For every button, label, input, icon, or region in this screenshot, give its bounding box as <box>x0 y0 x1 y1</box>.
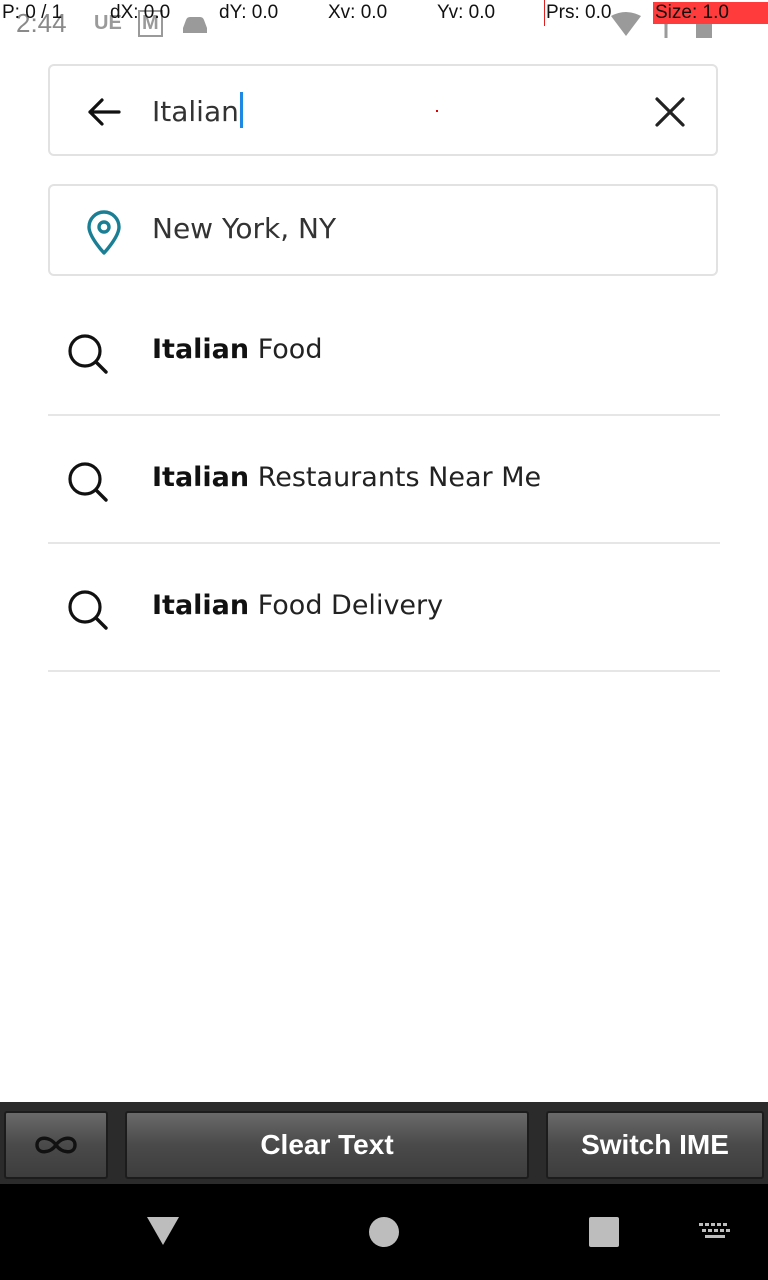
overlay-yv: Yv: 0.0 <box>437 2 496 23</box>
text-cursor <box>239 92 243 128</box>
home-nav-icon[interactable] <box>368 1216 400 1248</box>
suggestion-item[interactable]: Italian Food Delivery <box>48 544 720 672</box>
keyboard-icon[interactable] <box>698 1222 732 1242</box>
location-pin-icon <box>87 210 121 255</box>
back-nav-icon[interactable] <box>146 1216 180 1246</box>
wifi-icon <box>611 12 641 36</box>
ime-toolbar: Clear Text Switch IME <box>0 1102 768 1184</box>
touch-trace-dot <box>436 110 438 112</box>
suggestion-label: Italian Restaurants Near Me <box>152 462 542 493</box>
recents-nav-icon[interactable] <box>588 1216 620 1248</box>
overlay-xv: Xv: 0.0 <box>328 2 388 23</box>
switch-ime-button[interactable]: Switch IME <box>546 1111 764 1179</box>
back-arrow-icon[interactable] <box>86 94 122 130</box>
overlay-dx: dX: 0.0 <box>110 2 171 23</box>
search-query-text: Italian <box>152 95 239 128</box>
status-bar: 2:44 UE M P: 0 / 1 dX: 0.0 dY: 0.0 Xv: 0… <box>0 0 768 40</box>
navigation-bar <box>0 1184 768 1280</box>
clear-search-button[interactable] <box>652 94 688 130</box>
overlay-pointer-count: P: 0 / 1 <box>2 2 63 23</box>
overlay-size: Size: 1.0 <box>653 2 768 24</box>
location-input[interactable]: New York, NY <box>152 212 336 245</box>
clear-text-button[interactable]: Clear Text <box>125 1111 529 1179</box>
overlay-pressure: Prs: 0.0 <box>546 2 612 23</box>
car-icon <box>183 17 207 33</box>
overlay-divider <box>544 0 545 26</box>
infinity-button[interactable] <box>4 1111 108 1179</box>
search-icon <box>68 334 108 374</box>
overlay-dy: dY: 0.0 <box>219 2 279 23</box>
suggestion-item[interactable]: Italian Restaurants Near Me <box>48 416 720 544</box>
infinity-icon <box>35 1136 77 1154</box>
location-field[interactable]: New York, NY <box>48 184 718 276</box>
suggestion-label: Italian Food <box>152 334 323 365</box>
search-icon <box>68 590 108 630</box>
search-icon <box>68 462 108 502</box>
search-field[interactable]: Italian <box>48 64 718 156</box>
suggestion-label: Italian Food Delivery <box>152 590 444 621</box>
search-input[interactable]: Italian <box>152 92 243 128</box>
suggestion-item[interactable]: Italian Food <box>48 288 720 416</box>
